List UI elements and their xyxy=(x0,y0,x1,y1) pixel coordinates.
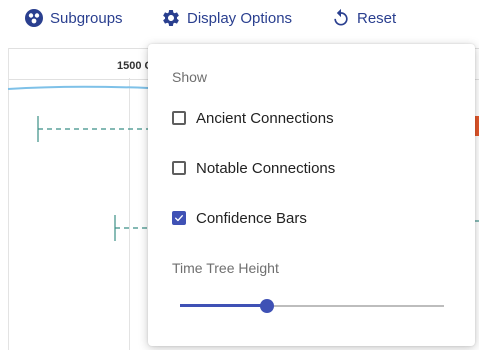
display-options-panel: Show Ancient Connections Notable Connect… xyxy=(148,44,475,346)
reset-label: Reset xyxy=(357,9,397,27)
time-tree-height-slider[interactable] xyxy=(180,296,444,316)
ancient-connections-label: Ancient Connections xyxy=(196,109,334,127)
notable-connections-option[interactable]: Notable Connections xyxy=(172,156,335,180)
reset-button[interactable]: Reset xyxy=(331,6,396,30)
reset-icon xyxy=(331,8,351,28)
tree-branch-curve xyxy=(7,85,149,90)
toolbar: Subgroups Display Options Reset xyxy=(0,0,479,38)
notable-connections-label: Notable Connections xyxy=(196,159,336,177)
notable-connections-checkbox[interactable] xyxy=(172,161,186,175)
subgroups-button[interactable]: Subgroups xyxy=(24,6,123,30)
subgroups-icon xyxy=(24,8,44,28)
time-tree-height-heading: Time Tree Height xyxy=(172,260,279,276)
gear-icon xyxy=(161,8,181,28)
ancient-connections-option[interactable]: Ancient Connections xyxy=(172,106,334,130)
slider-thumb[interactable] xyxy=(260,299,275,313)
ancient-connections-checkbox[interactable] xyxy=(172,111,186,125)
show-heading: Show xyxy=(172,69,208,85)
display-options-button[interactable]: Display Options xyxy=(161,6,292,30)
confidence-bars-checkbox[interactable] xyxy=(172,211,186,225)
slider-fill xyxy=(180,304,268,307)
confidence-bars-option[interactable]: Confidence Bars xyxy=(172,206,307,230)
display-options-label: Display Options xyxy=(187,9,293,27)
checkmark-icon xyxy=(175,215,183,222)
subgroups-label: Subgroups xyxy=(50,9,123,27)
confidence-bars-label: Confidence Bars xyxy=(196,209,307,227)
